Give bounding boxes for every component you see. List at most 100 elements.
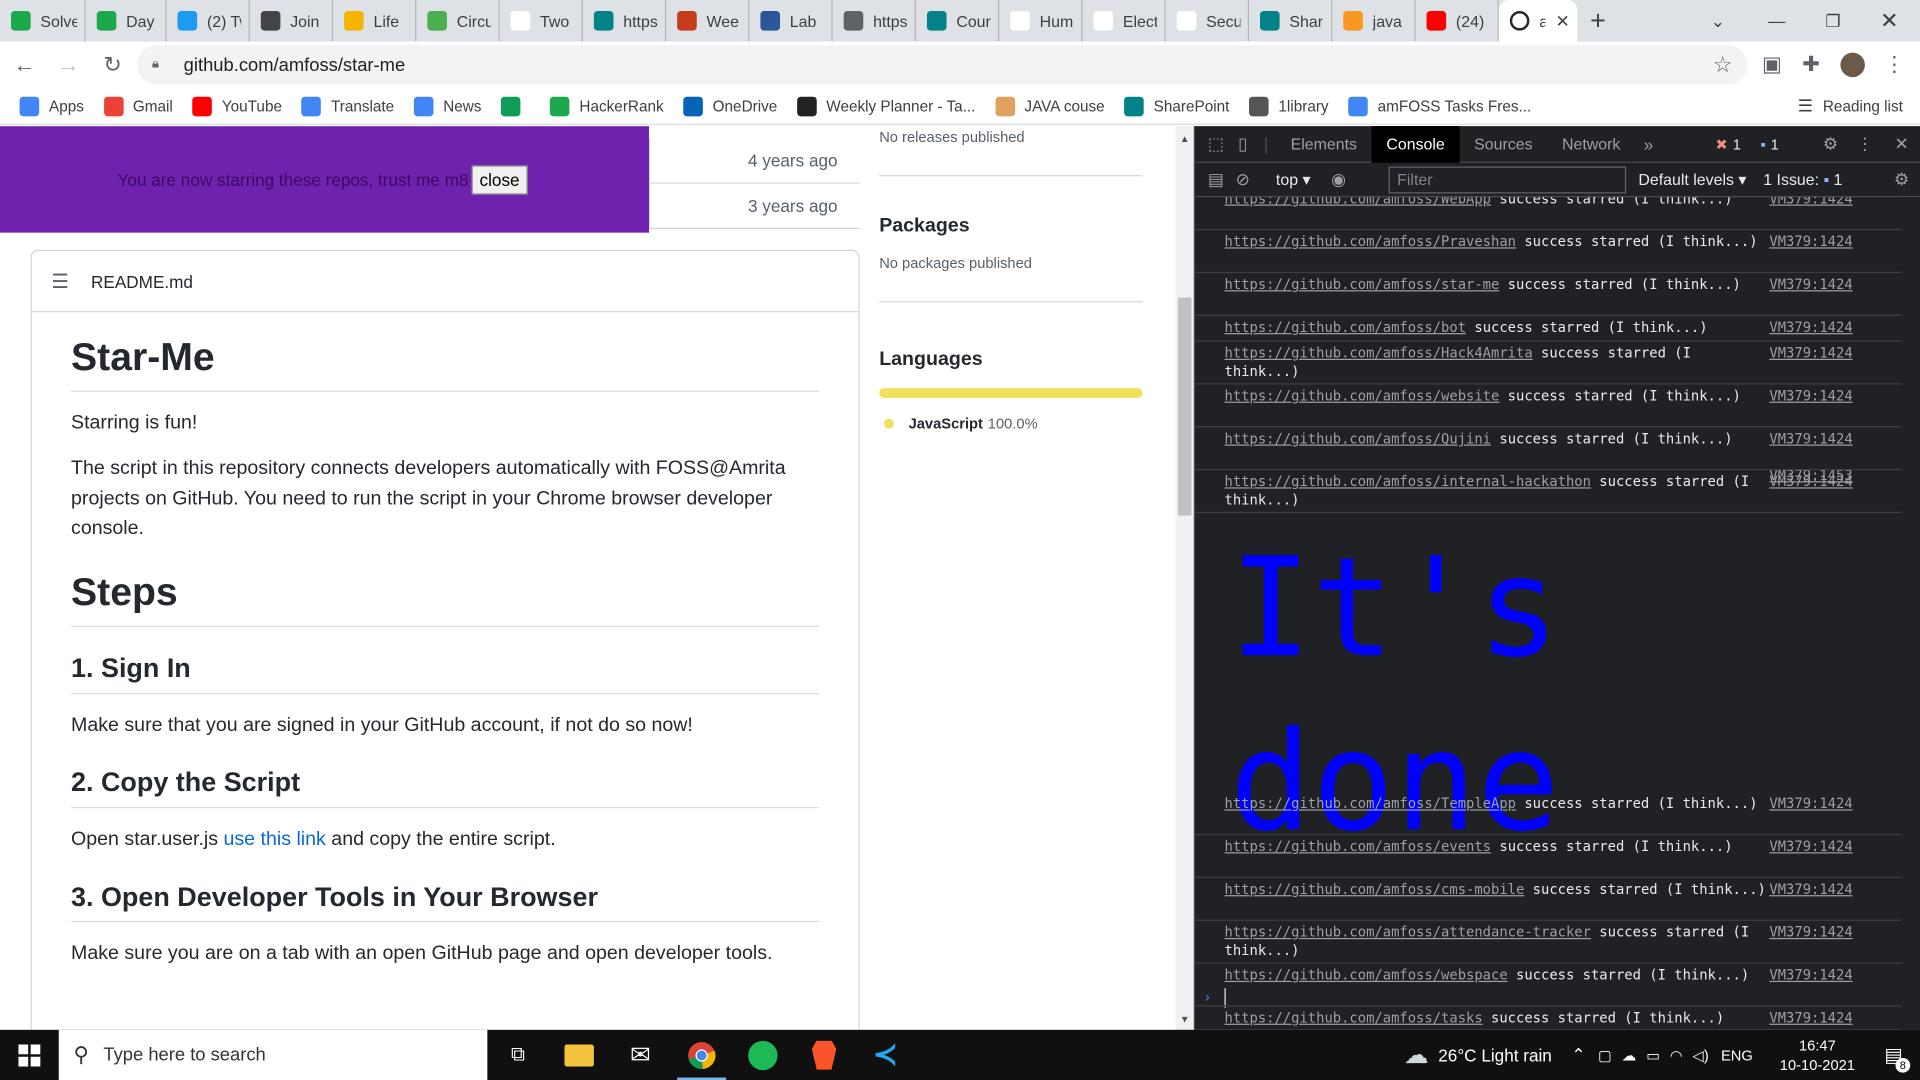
repo-url-link[interactable]: https://github.com/amfoss/webspace — [1225, 967, 1508, 983]
bookmark-item[interactable]: News — [413, 96, 481, 116]
browser-tab[interactable]: (24) — [1416, 0, 1499, 42]
repo-url-link[interactable]: https://github.com/amfoss/bot — [1225, 320, 1467, 336]
repo-url-link[interactable]: https://github.com/amfoss/WebApp — [1225, 197, 1492, 207]
source-link[interactable]: VM379:1424 — [1769, 795, 1852, 813]
source-link[interactable]: VM379:1424 — [1769, 838, 1852, 856]
more-tabs-icon[interactable]: » — [1635, 126, 1662, 163]
wifi-icon[interactable]: ◠ — [1670, 1046, 1683, 1063]
bookmark-item[interactable]: JAVA couse — [995, 96, 1105, 116]
settings-gear-icon[interactable]: ⚙ — [1817, 126, 1844, 163]
repo-url-link[interactable]: https://github.com/amfoss/star-me — [1225, 277, 1500, 293]
bookmark-item[interactable]: YouTube — [192, 96, 282, 116]
clear-console-icon[interactable]: ⊘ — [1229, 161, 1256, 198]
repo-url-link[interactable]: https://github.com/amfoss/Qujini — [1225, 431, 1492, 447]
vscode-icon[interactable]: ≺ — [855, 1030, 916, 1080]
browser-tab[interactable]: Day — [86, 0, 167, 42]
source-link[interactable]: VM379:1424 — [1769, 344, 1852, 362]
spotify-icon[interactable] — [732, 1030, 793, 1080]
repo-url-link[interactable]: https://github.com/amfoss/internal-hacka… — [1225, 474, 1591, 490]
chrome-icon[interactable] — [671, 1030, 732, 1080]
tab-elements[interactable]: Elements — [1276, 126, 1372, 163]
console-settings-icon[interactable]: ⚙ — [1888, 161, 1915, 198]
close-window-icon[interactable]: ✕ — [1861, 0, 1917, 42]
chevron-up-icon[interactable]: ⌃ — [1571, 1044, 1585, 1065]
browser-tab[interactable]: Join — [250, 0, 334, 42]
bookmark-item[interactable]: Weekly Planner - Ta... — [796, 96, 975, 116]
file-explorer-icon[interactable] — [549, 1030, 610, 1080]
extension-icon[interactable]: ▣ — [1755, 48, 1789, 82]
console-scrollbar[interactable] — [1901, 197, 1920, 1030]
source-link[interactable]: VM379:1424 — [1769, 197, 1852, 208]
source-link[interactable]: VM379:1424 — [1769, 430, 1852, 448]
levels-dropdown[interactable]: Default levels ▾ — [1638, 170, 1746, 190]
scroll-down-icon[interactable]: ▼ — [1176, 1014, 1194, 1025]
browser-tab[interactable]: Hum — [999, 0, 1083, 42]
source-link[interactable]: VM379:1424 — [1769, 966, 1852, 984]
packages-heading[interactable]: Packages — [879, 216, 1142, 238]
close-tab-icon[interactable]: ✕ — [1555, 10, 1569, 31]
bookmark-item[interactable]: OneDrive — [683, 96, 777, 116]
inspect-icon[interactable]: ⬚ — [1202, 126, 1229, 163]
browser-tab[interactable]: Solve — [0, 0, 86, 42]
repo-url-link[interactable]: https://github.com/amfoss/website — [1225, 388, 1500, 404]
reload-icon[interactable]: ↻ — [93, 45, 132, 84]
source-link[interactable]: VM379:1424 — [1769, 318, 1852, 336]
browser-tab[interactable]: Two — [500, 0, 583, 42]
address-bar[interactable]: 🔒︎ github.com/amfoss/star-me ☆ — [137, 45, 1748, 85]
notification-icon[interactable]: ▤ 8 — [1884, 1043, 1911, 1073]
browser-tab[interactable]: Cour — [916, 0, 1000, 42]
close-devtools-icon[interactable]: ✕ — [1888, 126, 1915, 163]
tab-network[interactable]: Network — [1547, 126, 1635, 163]
back-icon[interactable]: ← — [5, 45, 44, 84]
bookmark-item[interactable]: 1library — [1249, 96, 1329, 116]
sidebar-toggle-icon[interactable]: ▤ — [1202, 161, 1229, 198]
menu-kebab-icon[interactable]: ⋮ — [1877, 48, 1911, 82]
puzzle-icon[interactable]: ✚ — [1794, 48, 1828, 82]
source-link[interactable]: VM379:1424 — [1769, 387, 1852, 405]
reading-list[interactable]: ☰ Reading list — [1798, 96, 1903, 117]
browser-tab[interactable]: Elect — [1082, 0, 1166, 42]
repo-url-link[interactable]: https://github.com/amfoss/events — [1225, 839, 1492, 855]
minimize-icon[interactable]: — — [1749, 0, 1805, 42]
profile-avatar-icon[interactable] — [1836, 48, 1870, 82]
browser-tab[interactable]: Circu — [416, 0, 500, 42]
bookmark-item[interactable] — [501, 96, 530, 116]
repo-url-link[interactable]: https://github.com/amfoss/Praveshan — [1225, 234, 1516, 250]
source-link[interactable]: VM379:1424 — [1769, 233, 1852, 251]
repo-url-link[interactable]: https://github.com/amfoss/TempleApp — [1225, 796, 1516, 812]
bookmark-item[interactable]: Gmail — [103, 96, 173, 116]
browser-tab[interactable]: Shar — [1249, 0, 1333, 42]
browser-tab[interactable]: Secu — [1166, 0, 1249, 42]
filter-input[interactable]: Filter — [1388, 166, 1627, 194]
source-link[interactable]: VM379:1424 — [1769, 276, 1852, 294]
bookmark-item[interactable]: SharePoint — [1124, 96, 1229, 116]
issues-button[interactable]: 1 Issue: ▪ 1 — [1763, 170, 1842, 188]
task-view-icon[interactable]: ⧉ — [487, 1030, 548, 1080]
windows-start-icon[interactable] — [0, 1030, 59, 1080]
browser-tab[interactable]: Life — [333, 0, 417, 42]
bookmark-item[interactable]: HackerRank — [550, 96, 664, 116]
language-indicator[interactable]: ENG — [1721, 1046, 1753, 1063]
taskbar-search[interactable]: ⚲ Type here to search — [58, 1029, 488, 1080]
device-toolbar-icon[interactable]: ▯ — [1229, 126, 1256, 163]
restore-icon[interactable]: ❐ — [1805, 0, 1861, 42]
error-badge[interactable]: ✖ 1 — [1709, 133, 1747, 155]
tab-console[interactable]: Console — [1371, 125, 1460, 163]
forward-icon[interactable]: → — [49, 45, 88, 84]
repo-url-link[interactable]: https://github.com/amfoss/tasks — [1225, 1010, 1483, 1026]
clock[interactable]: 16:47 10-10-2021 — [1780, 1035, 1855, 1074]
browser-tab[interactable]: https — [833, 0, 916, 42]
devtools-menu-icon[interactable]: ⋮ — [1851, 126, 1878, 163]
repo-url-link[interactable]: https://github.com/amfoss/attendance-tra… — [1225, 924, 1591, 940]
page-scrollbar[interactable]: ▲ ▼ — [1175, 126, 1194, 1030]
message-badge[interactable]: ▪ 1 — [1754, 133, 1785, 155]
source-link[interactable]: VM379:1424 — [1769, 473, 1852, 491]
browser-tab-active[interactable]: a✕ — [1498, 0, 1578, 42]
script-link[interactable]: use this link — [223, 829, 325, 850]
new-tab-icon[interactable]: + — [1577, 0, 1619, 42]
scroll-thumb[interactable] — [1177, 297, 1192, 516]
source-link[interactable]: VM379:1424 — [1769, 923, 1852, 941]
close-button[interactable]: close — [470, 164, 529, 195]
eye-icon[interactable]: ◉ — [1325, 161, 1352, 198]
repo-url-link[interactable]: https://github.com/amfoss/cms-mobile — [1225, 882, 1525, 898]
